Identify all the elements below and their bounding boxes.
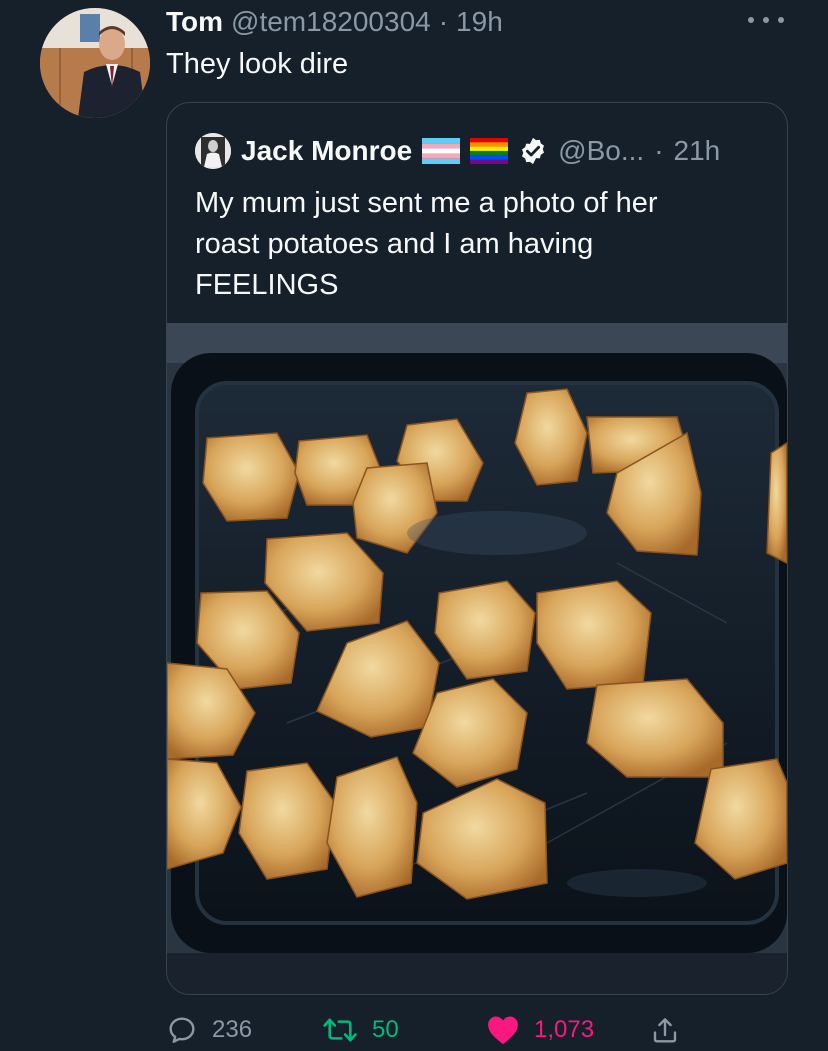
quoted-tweet[interactable]: Jack Monroe @Bo... · 21h My mum just sen… — [166, 102, 788, 995]
reply-count: 236 — [212, 1016, 253, 1043]
reply-icon — [166, 1014, 198, 1046]
separator-dot: · — [438, 6, 449, 37]
share-button[interactable] — [650, 1010, 680, 1050]
rainbow-flag-icon — [470, 138, 509, 164]
more-options-icon[interactable] — [748, 10, 784, 30]
author-name[interactable]: Tom — [166, 6, 223, 38]
quoted-photo[interactable] — [167, 323, 787, 994]
quoted-text-line: roast potatoes and I am having — [195, 228, 594, 260]
quoted-text: My mum just sent me a photo of her roast… — [195, 183, 755, 306]
retweet-icon — [322, 1014, 358, 1046]
avatar[interactable] — [40, 8, 150, 118]
separator-dot: · — [654, 135, 664, 166]
quoted-avatar — [195, 133, 231, 169]
share-icon — [650, 1014, 680, 1046]
heart-icon — [486, 1014, 520, 1046]
tweet[interactable]: Tom @tem18200304 · 19h They look dire Ja… — [0, 0, 828, 1051]
quoted-header: Jack Monroe @Bo... · 21h — [195, 131, 720, 171]
quoted-text-line: My mum just sent me a photo of her — [195, 187, 658, 219]
reply-button[interactable]: 236 — [166, 1010, 252, 1050]
quoted-author-name[interactable]: Jack Monroe — [241, 135, 412, 167]
tweet-header: Tom @tem18200304 · 19h — [166, 2, 503, 42]
like-count: 1,073 — [534, 1016, 595, 1043]
trans-flag-icon — [422, 138, 461, 164]
tweet-text: They look dire — [166, 48, 349, 80]
quoted-time[interactable]: 21h — [674, 135, 721, 167]
quoted-text-line: FEELINGS — [195, 269, 339, 301]
author-handle[interactable]: @tem18200304 — [231, 6, 431, 38]
like-button[interactable]: 1,073 — [486, 1010, 594, 1050]
quoted-author-handle[interactable]: @Bo... — [558, 135, 644, 167]
retweet-button[interactable]: 50 — [322, 1010, 399, 1050]
verified-badge-icon — [518, 136, 548, 166]
retweet-count: 50 — [372, 1016, 399, 1043]
tweet-time[interactable]: 19h — [456, 6, 503, 38]
action-bar: 236 50 1,073 — [166, 1010, 706, 1050]
